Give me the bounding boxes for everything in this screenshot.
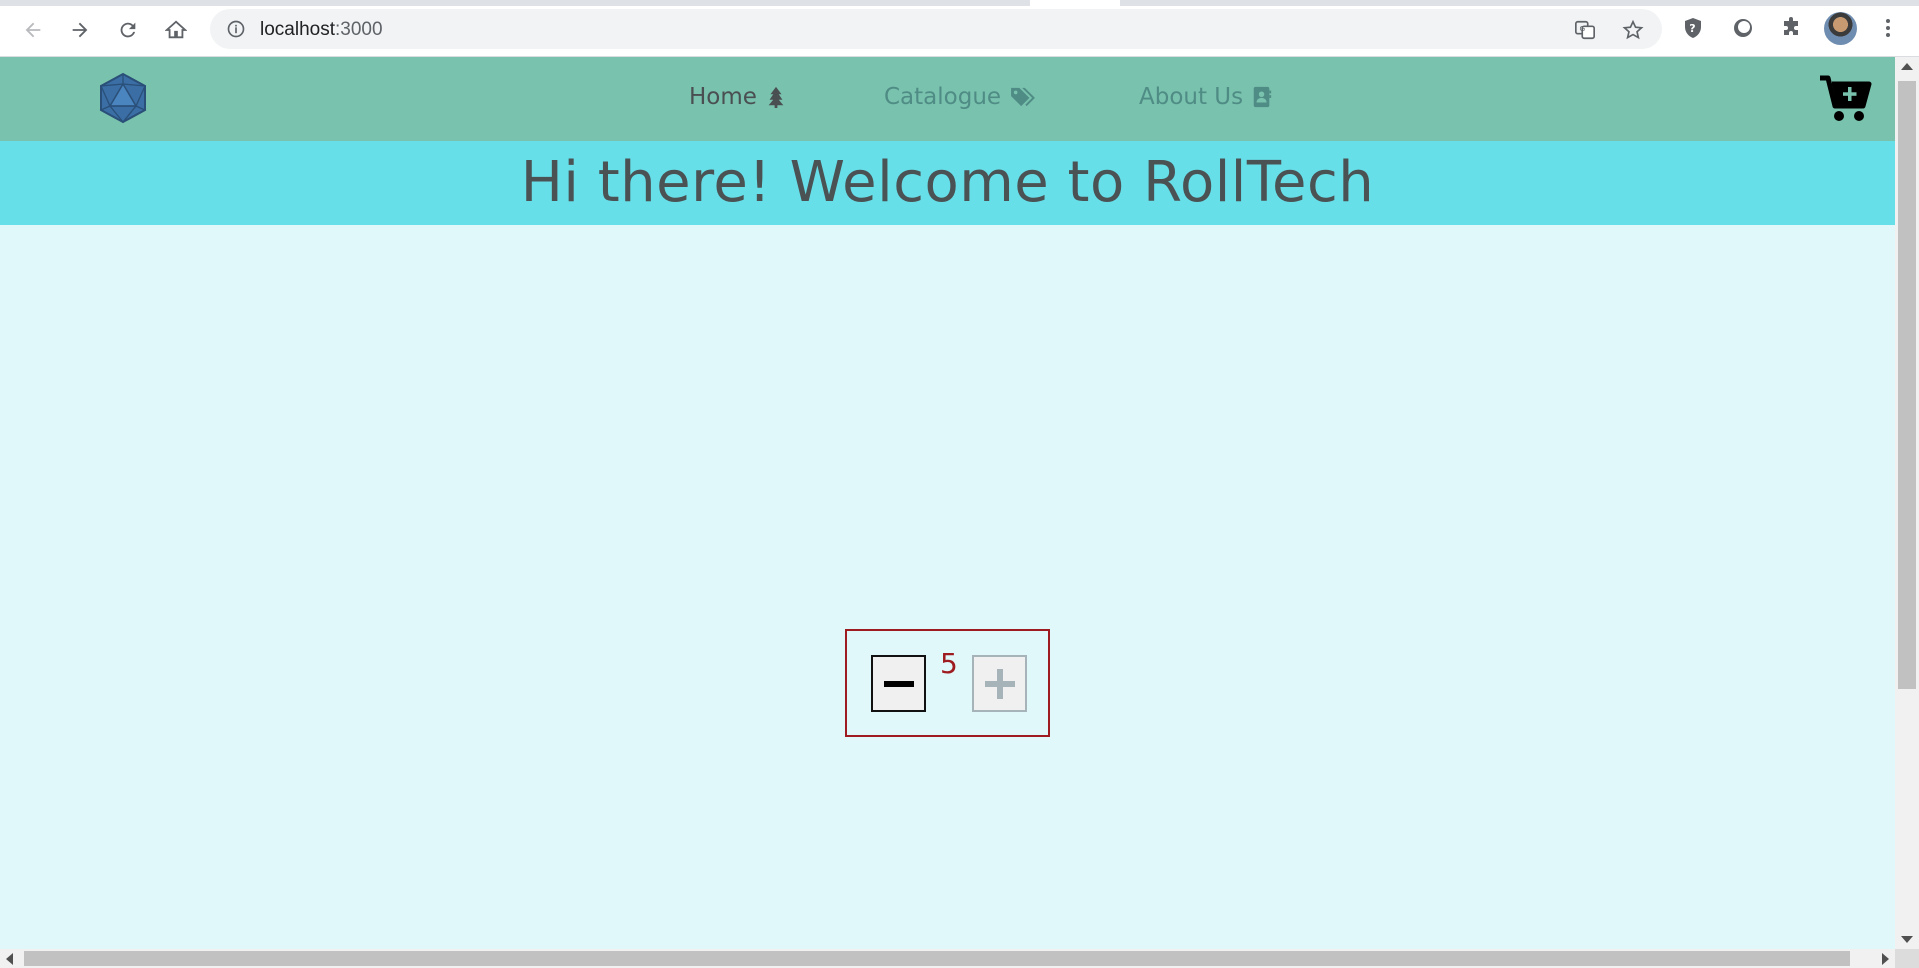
welcome-banner: Hi there! Welcome to RollTech <box>0 141 1895 225</box>
extensions-button[interactable] <box>1777 14 1805 42</box>
tab-strip <box>0 0 1919 6</box>
url-host: localhost <box>260 19 335 40</box>
puzzle-icon <box>1784 17 1798 35</box>
svg-text:?: ? <box>1689 22 1695 35</box>
nav-about-link[interactable]: About Us <box>1139 84 1273 110</box>
nav-about-label: About Us <box>1139 84 1244 110</box>
nav-home-label: Home <box>689 84 757 110</box>
house-icon <box>165 20 187 39</box>
back-button[interactable] <box>16 13 50 47</box>
cart-plus-icon[interactable] <box>1818 73 1872 123</box>
profile-avatar[interactable] <box>1824 12 1857 45</box>
tree-icon <box>768 86 784 108</box>
nav-catalogue-label: Catalogue <box>884 84 1002 110</box>
d20-dice-icon[interactable] <box>98 72 148 124</box>
home-button[interactable] <box>159 13 193 47</box>
star-icon[interactable] <box>1622 19 1644 41</box>
url-port: :3000 <box>335 19 383 40</box>
scroll-corner <box>1895 949 1919 968</box>
welcome-heading: Hi there! Welcome to RollTech <box>520 150 1375 215</box>
nav-home-link[interactable]: Home <box>689 84 787 110</box>
vertical-scrollbar[interactable] <box>1895 57 1919 949</box>
plus-icon-vertical <box>996 668 1003 699</box>
nav-catalogue-link[interactable]: Catalogue <box>884 84 1037 110</box>
kebab-menu-icon <box>1886 19 1890 37</box>
arrow-right-icon <box>72 22 88 38</box>
active-tab[interactable] <box>1030 0 1120 6</box>
shield-question-icon: ? <box>1685 18 1701 38</box>
tags-icon <box>1011 87 1035 107</box>
counter-value: 5 <box>940 647 958 680</box>
address-bar[interactable]: localhost:3000 G <box>210 9 1662 49</box>
browser-toolbar: localhost:3000 G ? <box>0 0 1919 57</box>
reload-button[interactable] <box>111 13 145 47</box>
extension-shield-button[interactable]: ? <box>1679 14 1707 42</box>
scroll-up-icon[interactable] <box>1901 63 1913 70</box>
forward-button[interactable] <box>63 13 97 47</box>
scroll-right-icon[interactable] <box>1882 953 1889 965</box>
vertical-scroll-thumb[interactable] <box>1898 81 1916 689</box>
arrow-left-icon <box>25 22 41 38</box>
minus-icon <box>883 680 914 687</box>
extension-circle-button[interactable] <box>1729 14 1757 42</box>
translate-icon[interactable]: G <box>1574 19 1596 41</box>
quantity-stepper: 5 <box>845 629 1050 737</box>
url-text[interactable]: localhost:3000 <box>260 19 383 41</box>
browser-menu-button[interactable] <box>1874 14 1902 42</box>
horizontal-scrollbar[interactable] <box>0 949 1895 968</box>
scroll-down-icon[interactable] <box>1901 936 1913 943</box>
address-book-icon <box>1253 86 1272 108</box>
reload-icon <box>120 22 136 38</box>
horizontal-scroll-thumb[interactable] <box>24 951 1850 966</box>
circle-extension-icon <box>1734 19 1752 37</box>
increment-button[interactable] <box>972 655 1027 712</box>
site-navbar: Home Catalogue About Us <box>0 57 1895 141</box>
decrement-button[interactable] <box>871 655 926 712</box>
scroll-left-icon[interactable] <box>6 953 13 965</box>
svg-text:G: G <box>1580 24 1586 33</box>
info-icon[interactable] <box>226 19 246 39</box>
